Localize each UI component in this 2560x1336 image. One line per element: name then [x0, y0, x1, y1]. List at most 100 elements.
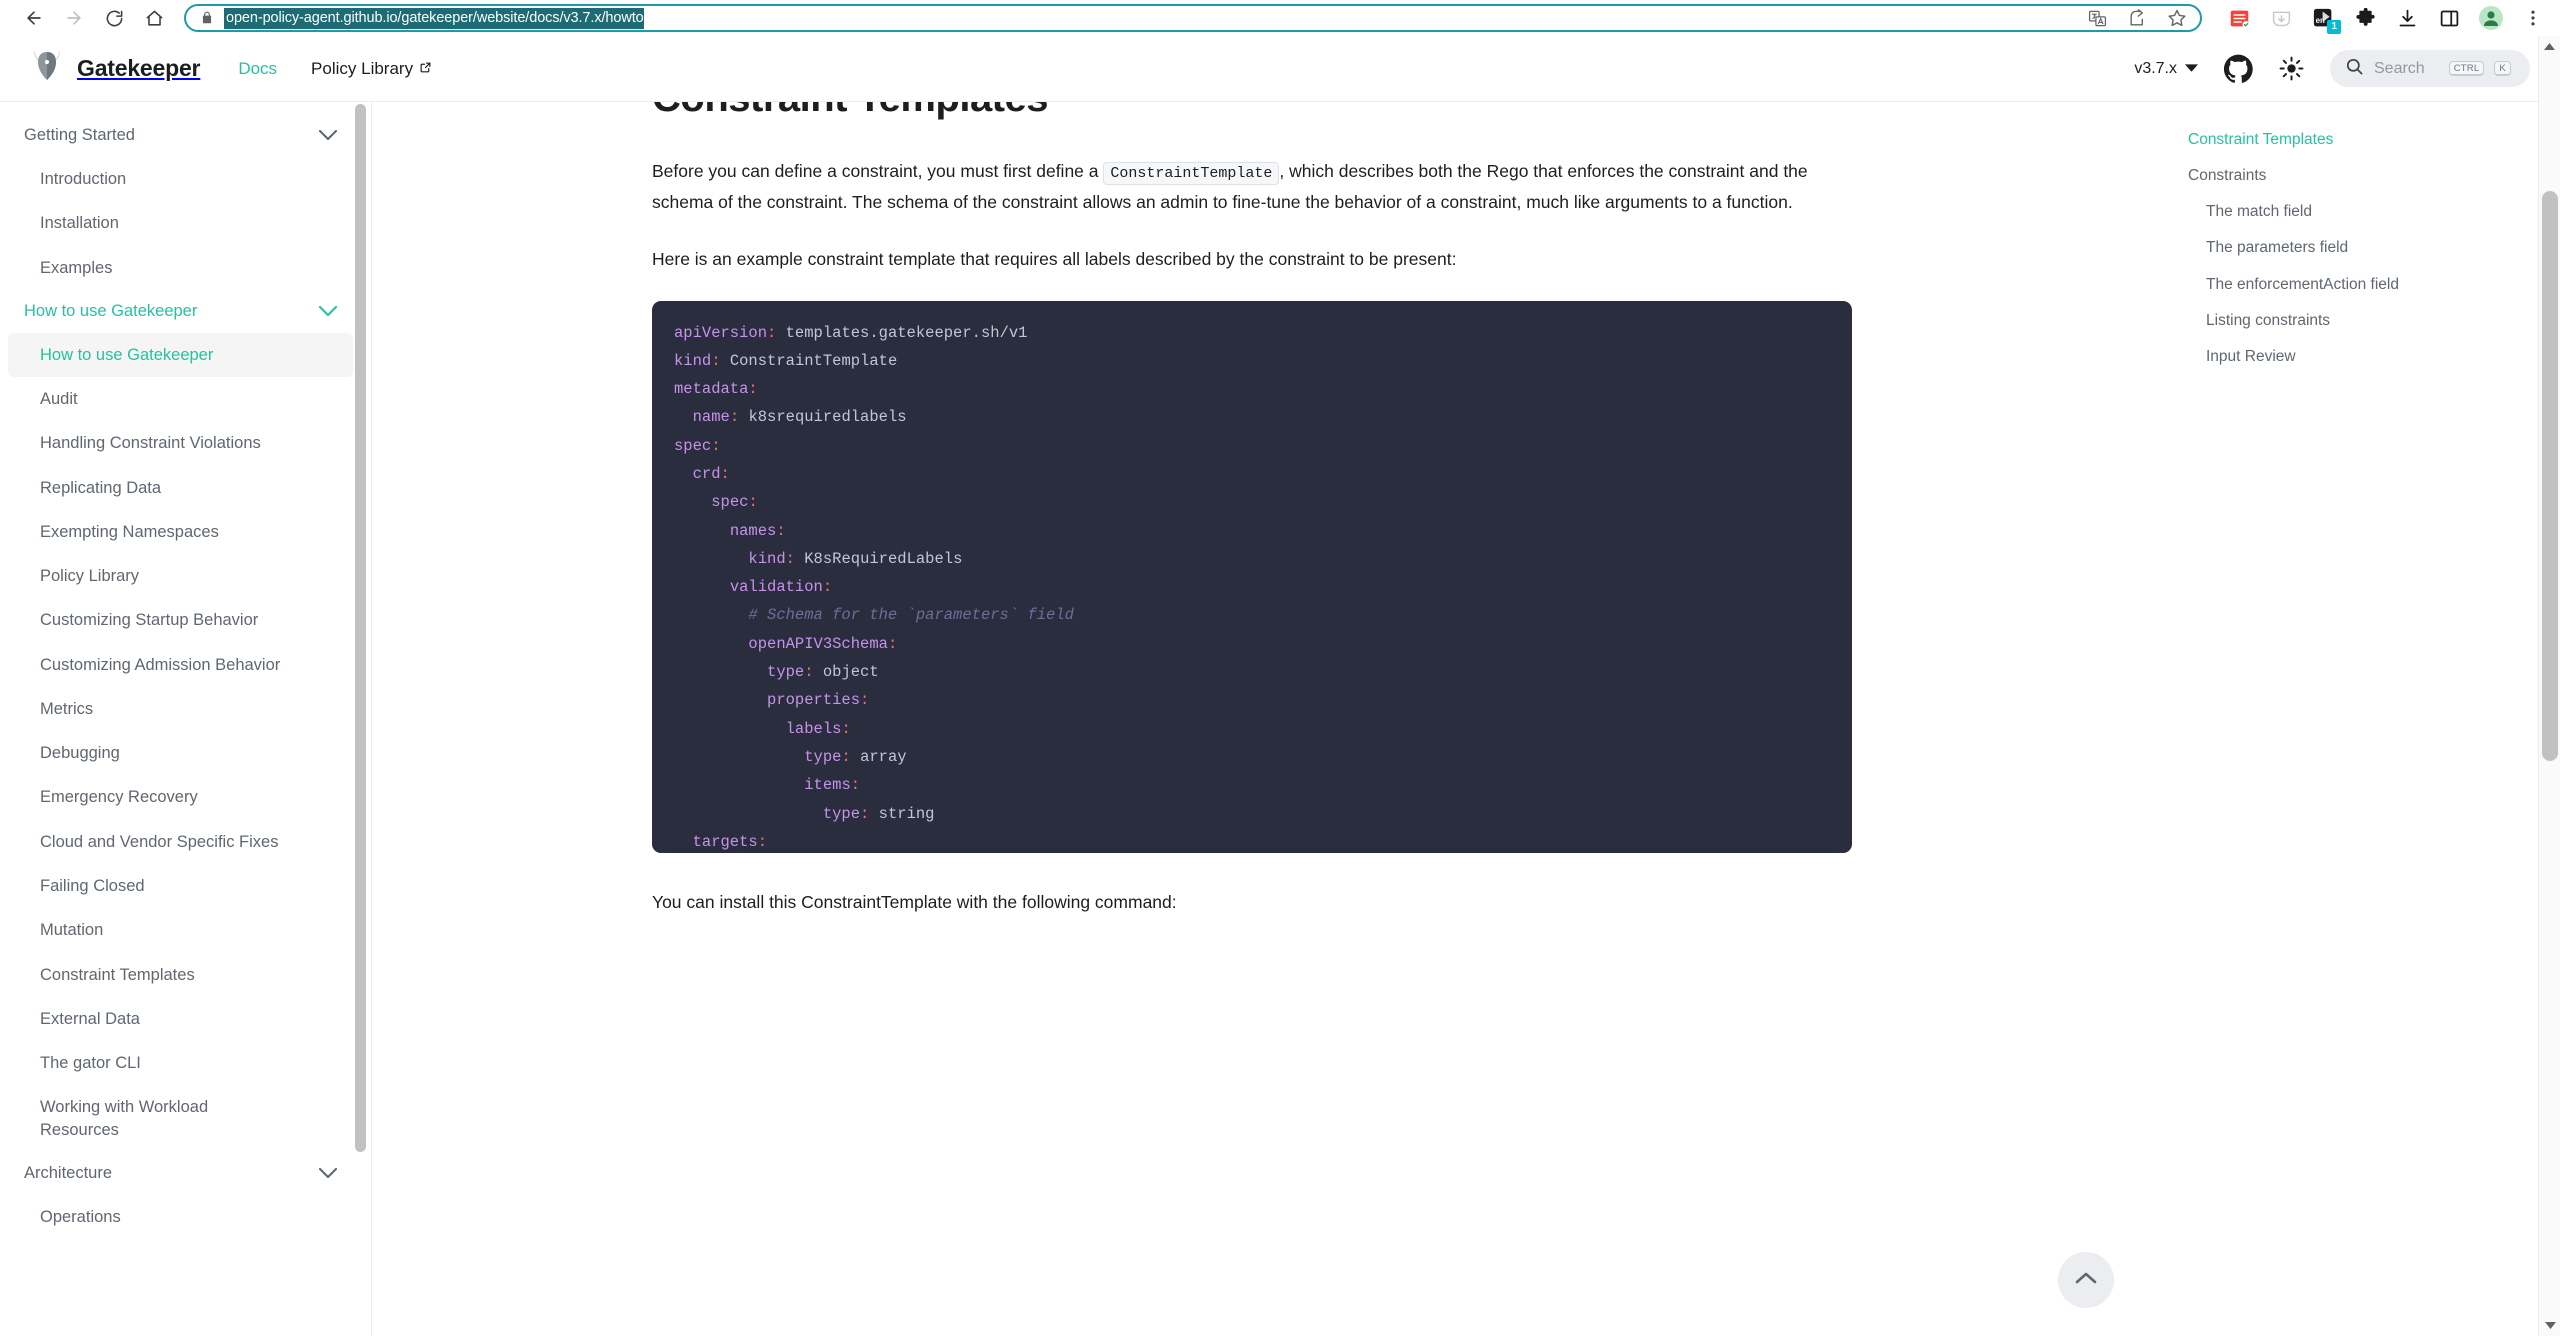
browser-toolbar: open-policy-agent.github.io/gatekeeper/w…	[0, 0, 2560, 36]
profile-avatar-icon[interactable]	[2478, 5, 2504, 31]
reload-icon[interactable]	[94, 2, 134, 34]
sidebar-category-architecture[interactable]: Architecture	[8, 1152, 353, 1195]
sidebar-item-debugging[interactable]: Debugging	[8, 731, 353, 775]
nav-link-policy-library-label: Policy Library	[311, 58, 414, 78]
toc-item-input-review[interactable]: Input Review	[2188, 339, 2540, 375]
share-icon[interactable]	[2124, 5, 2150, 31]
sidebar-scrollbar[interactable]	[355, 102, 366, 1336]
forward-arrow-icon[interactable]	[54, 2, 94, 34]
github-icon[interactable]	[2224, 54, 2253, 83]
install-paragraph: You can install this ConstraintTemplate …	[652, 891, 1177, 912]
nav-link-docs[interactable]: Docs	[238, 59, 277, 79]
page-title: Constraint Templates	[652, 102, 1852, 122]
sidebar-item-replicating-data[interactable]: Replicating Data	[8, 466, 353, 510]
sidebar-category-label: Architecture	[24, 1163, 113, 1182]
intro-paragraph-part1: Before you can define a constraint, you …	[652, 161, 1104, 181]
sidebar-item-customizing-startup-behavior[interactable]: Customizing Startup Behavior	[8, 598, 353, 642]
sidebar-item-emergency-recovery[interactable]: Emergency Recovery	[8, 775, 353, 819]
version-dropdown[interactable]: v3.7.x	[2134, 60, 2198, 78]
extensions-area: en 1	[2210, 5, 2546, 34]
search-kbd-k: K	[2494, 60, 2511, 77]
sidebar-category-how-to-use-gatekeeper[interactable]: How to use Gatekeeper	[8, 290, 353, 333]
sidebar-item-constraint-templates[interactable]: Constraint Templates	[8, 953, 353, 997]
sidebar-item-operations[interactable]: Operations	[8, 1195, 353, 1239]
search-placeholder: Search	[2374, 59, 2425, 77]
sidebar-group-architecture: Architecture Operations	[8, 1152, 353, 1239]
toc-item-the-enforcementaction-field[interactable]: The enforcementAction field	[2188, 267, 2540, 303]
sidebar-item-metrics[interactable]: Metrics	[8, 687, 353, 731]
toc-item-constraint-templates[interactable]: Constraint Templates	[2188, 122, 2540, 158]
sidebar-item-failing-closed[interactable]: Failing Closed	[8, 864, 353, 908]
chevron-down-icon	[319, 305, 337, 317]
page-body: Getting Started Introduction Installatio…	[0, 102, 2560, 1336]
sidebar-item-introduction[interactable]: Introduction	[8, 157, 353, 201]
toc-item-listing-constraints[interactable]: Listing constraints	[2188, 303, 2540, 339]
main-content: Constraint Templates Before you can defi…	[372, 102, 2170, 1336]
nav-link-policy-library[interactable]: Policy Library	[311, 59, 432, 79]
table-of-contents: Constraint Templates Constraints The mat…	[2170, 102, 2560, 1336]
sidebar-group-how-to-use-gatekeeper: How to use Gatekeeper How to use Gatekee…	[8, 290, 353, 1152]
reader-extension-icon[interactable]	[2226, 5, 2252, 31]
sidebar-item-customizing-admission-behavior[interactable]: Customizing Admission Behavior	[8, 643, 353, 687]
search-input[interactable]: Search CTRL K	[2330, 50, 2530, 87]
search-kbd-ctrl: CTRL	[2448, 60, 2485, 77]
sidebar-item-working-with-workload-resources[interactable]: Working with Workload Resources	[8, 1085, 278, 1152]
sidebar-item-the-gator-cli[interactable]: The gator CLI	[8, 1041, 353, 1085]
search-icon	[2345, 57, 2364, 81]
back-to-top-button[interactable]	[2058, 1252, 2114, 1308]
code-content: apiVersion: templates.gatekeeper.sh/v1 k…	[674, 323, 1074, 851]
navbar-links: Docs Policy Library	[238, 59, 432, 79]
sidebar-item-policy-library[interactable]: Policy Library	[8, 554, 353, 598]
brand-title: Gatekeeper	[77, 55, 201, 81]
toc-item-constraints[interactable]: Constraints	[2188, 158, 2540, 194]
bookmark-star-icon[interactable]	[2164, 5, 2190, 31]
navbar-right: v3.7.x Search CTRL K	[2134, 50, 2530, 87]
address-bar[interactable]: open-policy-agent.github.io/gatekeeper/w…	[184, 4, 2202, 32]
chevron-down-icon	[2185, 60, 2198, 78]
back-arrow-icon[interactable]	[14, 2, 54, 34]
sidebar-item-how-to-use-gatekeeper[interactable]: How to use Gatekeeper	[8, 332, 353, 378]
sidebar-item-handling-constraint-violations[interactable]: Handling Constraint Violations	[8, 421, 353, 465]
intro-paragraph: Before you can define a constraint, you …	[652, 156, 1852, 218]
sidebar-item-exempting-namespaces[interactable]: Exempting Namespaces	[8, 510, 353, 554]
chrome-menu-icon[interactable]	[2520, 5, 2546, 31]
puzzle-extensions-icon[interactable]	[2352, 5, 2378, 31]
gatekeeper-helmet-logo	[30, 48, 64, 89]
page-scrollbar[interactable]	[2538, 36, 2560, 1336]
sidebar-item-audit[interactable]: Audit	[8, 377, 353, 421]
home-icon[interactable]	[134, 2, 174, 34]
sidebar-item-cloud-and-vendor-specific-fixes[interactable]: Cloud and Vendor Specific Fixes	[8, 820, 353, 864]
site-navbar: Gatekeeper Docs Policy Library v3.7.x Se…	[0, 36, 2560, 102]
pocket-extension-icon[interactable]	[2268, 5, 2294, 31]
lock-icon	[200, 10, 214, 26]
chevron-down-icon	[319, 130, 337, 141]
nav-link-docs-label: Docs	[238, 58, 278, 78]
external-link-icon	[419, 59, 432, 79]
extension-badge-count: 1	[2327, 20, 2341, 34]
example-lead-paragraph: Here is an example constraint template t…	[652, 248, 1457, 269]
url-input[interactable]: open-policy-agent.github.io/gatekeeper/w…	[224, 7, 644, 29]
toc-item-the-parameters-field[interactable]: The parameters field	[2188, 230, 2540, 266]
scroll-down-arrow-icon[interactable]	[2539, 1314, 2560, 1336]
downloads-icon[interactable]	[2394, 5, 2420, 31]
docs-sidebar: Getting Started Introduction Installatio…	[0, 102, 372, 1336]
version-dropdown-label: v3.7.x	[2134, 59, 2177, 77]
sidebar-category-label: Getting Started	[24, 126, 135, 144]
brand-home-link[interactable]: Gatekeeper	[30, 48, 201, 89]
sidebar-item-examples[interactable]: Examples	[8, 246, 353, 290]
sidebar-item-mutation[interactable]: Mutation	[8, 908, 353, 952]
doc-article: Constraint Templates Before you can defi…	[652, 102, 1852, 943]
translate-badge-extension-icon[interactable]: en 1	[2310, 5, 2341, 34]
page-scrollbar-thumb[interactable]	[2542, 191, 2558, 761]
toc-item-the-match-field[interactable]: The match field	[2188, 194, 2540, 230]
sun-theme-icon[interactable]	[2279, 56, 2304, 81]
sidebar-item-installation[interactable]: Installation	[8, 201, 353, 245]
yaml-code-block[interactable]: apiVersion: templates.gatekeeper.sh/v1 k…	[652, 300, 1852, 853]
sidebar-scrollbar-thumb[interactable]	[355, 104, 366, 1152]
inline-code-constrainttemplate: ConstraintTemplate	[1103, 162, 1280, 185]
translate-icon[interactable]	[2084, 5, 2110, 31]
sidepanel-icon[interactable]	[2436, 5, 2462, 31]
scroll-up-arrow-icon[interactable]	[2539, 36, 2560, 58]
sidebar-category-getting-started[interactable]: Getting Started	[8, 114, 353, 157]
sidebar-item-external-data[interactable]: External Data	[8, 997, 353, 1041]
